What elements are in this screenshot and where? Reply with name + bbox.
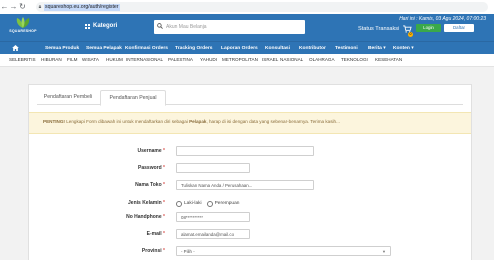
leaf-logo-icon [16, 17, 30, 28]
username-input[interactable] [176, 146, 314, 156]
reload-icon[interactable]: ↻ [18, 0, 27, 14]
main-nav: Semua Produk Semua Pelapak Konfirmasi Or… [0, 41, 494, 55]
url-text[interactable]: squareshop.eu.org/auth/register [44, 3, 120, 11]
username-row: Username * [29, 146, 471, 157]
kategori-button[interactable]: Kategori [85, 23, 117, 29]
category-link[interactable]: PALESTINA [168, 54, 193, 66]
category-link[interactable]: KESEHATAN [375, 54, 402, 66]
chevron-down-icon: ▼ [382, 249, 386, 254]
no-handphone-input[interactable]: 08********** [176, 212, 250, 222]
grid-icon [85, 23, 90, 29]
radio-perempuan[interactable] [206, 200, 213, 207]
tab-pendaftaran-penjual[interactable]: Pendaftaran Penjual [100, 90, 166, 106]
category-link[interactable]: NASIONAL [280, 54, 303, 66]
daftar-button[interactable]: Daftar [444, 24, 474, 32]
alert-text-after: , harap di isi dengan data yang sebenar-… [206, 119, 340, 124]
forward-icon[interactable]: → [9, 0, 18, 14]
category-link[interactable]: INTERNASIONAL [126, 54, 163, 66]
provinsi-label: Provinsi * [141, 248, 165, 254]
search-box[interactable] [154, 20, 305, 34]
category-link[interactable]: YAHUDI [200, 54, 217, 66]
password-label: Password * [138, 165, 165, 171]
provinsi-row: Provinsi * - Pilih - ▼ [29, 246, 471, 257]
category-link[interactable]: METROPOLITAN [222, 54, 258, 66]
category-link[interactable]: SELEBRITIS [9, 54, 36, 66]
category-link[interactable]: HIBURAN [41, 54, 62, 66]
kategori-label: Kategori [93, 23, 118, 29]
nama-toko-row: Nama Toko * Tuliskan Nama Anda / Perusah… [29, 180, 471, 191]
site-logo[interactable]: SQUARESHOP [8, 17, 38, 39]
search-input[interactable] [166, 21, 296, 33]
home-icon[interactable] [12, 45, 19, 51]
email-input[interactable]: alamat.emailanda@mail.co [176, 229, 250, 239]
category-strip: SELEBRITIS HIBURAN FILM WISATA HUKUM INT… [0, 54, 494, 67]
status-transaksi-link[interactable]: Status Transaksi [358, 26, 399, 32]
tab-pendaftaran-pembeli[interactable]: Pendaftaran Pembeli [37, 90, 99, 104]
address-bar[interactable]: 🔒︎ squareshop.eu.org/auth/register [36, 2, 488, 12]
alert-prefix: PENTING! [43, 119, 65, 124]
site-header: SQUARESHOP Kategori Hari ini : Kamis, 03… [0, 14, 494, 41]
password-input[interactable] [176, 163, 250, 173]
logo-text: SQUARESHOP [9, 29, 37, 33]
search-icon[interactable] [154, 23, 166, 31]
email-label: E-mail * [146, 231, 165, 237]
category-link[interactable]: HUKUM [106, 54, 123, 66]
login-button[interactable]: Login [416, 24, 441, 32]
radio-perempuan-label[interactable]: Perempuan [215, 198, 240, 209]
category-link[interactable]: FILM [67, 54, 77, 66]
category-link[interactable]: ISRAEL [262, 54, 278, 66]
alert-bold: Pelapak [189, 119, 207, 124]
jenis-kelamin-row: Jenis Kelamin * Laki-laki Perempuan [29, 198, 471, 209]
cart-count-badge: 0 [408, 32, 413, 37]
password-row: Password * [29, 163, 471, 174]
back-icon[interactable]: ← [0, 0, 9, 14]
nama-toko-input[interactable]: Tuliskan Nama Anda / Perusahaan... [176, 180, 314, 190]
provinsi-select[interactable]: - Pilih - ▼ [176, 246, 391, 256]
no-handphone-label: No Handphone * [126, 214, 165, 220]
date-text: Hari ini : Kamis, 03 Agu 2024, 07:00:23 [399, 16, 486, 22]
browser-toolbar: ← → ↻ 🔒︎ squareshop.eu.org/auth/register [0, 0, 494, 15]
alert-text-before: Lengkapi Form dibawah ini untuk mendafta… [64, 119, 190, 124]
jenis-kelamin-label: Jenis Kelamin * [128, 200, 165, 206]
radio-laki-laki-label[interactable]: Laki-laki [184, 198, 202, 209]
category-link[interactable]: OLAHRAGA [309, 54, 335, 66]
alert-text: PENTING! Lengkapi Form dibawah ini untuk… [43, 119, 340, 124]
no-handphone-row: No Handphone * 08********** [29, 212, 471, 223]
username-label: Username * [137, 148, 165, 154]
category-link[interactable]: TEKNOLOGI [341, 54, 368, 66]
nama-toko-label: Nama Toko * [135, 182, 165, 188]
gender-radio-group: Laki-laki Perempuan [176, 198, 239, 209]
important-alert: PENTING! Lengkapi Form dibawah ini untuk… [29, 112, 471, 134]
registration-tabs: Pendaftaran Pembeli Pendaftaran Penjual [37, 90, 463, 106]
radio-laki-laki[interactable] [176, 200, 182, 207]
lock-icon[interactable]: 🔒︎ [36, 4, 44, 10]
provinsi-selected-value: - Pilih - [181, 249, 195, 254]
registration-card: Pendaftaran Pembeli Pendaftaran Penjual … [28, 84, 472, 260]
category-link[interactable]: WISATA [82, 54, 99, 66]
email-row: E-mail * alamat.emailanda@mail.co [29, 229, 471, 240]
